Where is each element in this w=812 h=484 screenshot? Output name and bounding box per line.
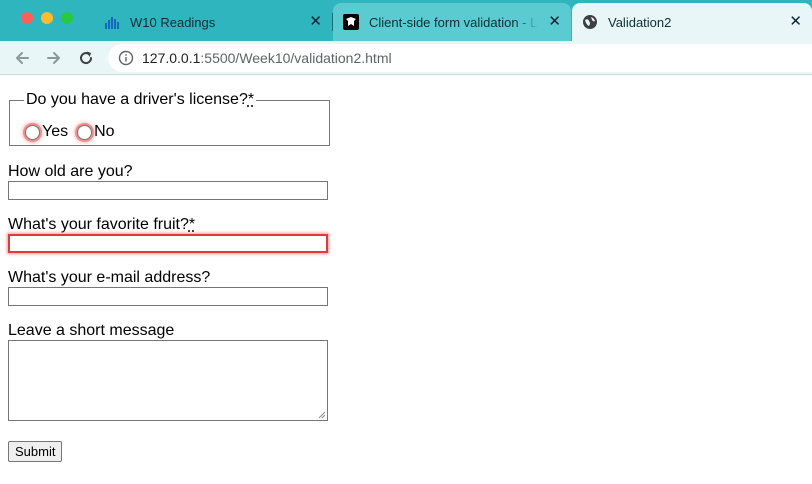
license-yes-label: Yes — [42, 123, 69, 140]
license-no-label: No — [94, 123, 115, 140]
forward-button[interactable] — [42, 46, 66, 70]
bar-chart-icon — [104, 14, 120, 30]
tab-form-validation[interactable]: Client-side form validation - Le ✕ — [333, 3, 571, 41]
age-input[interactable] — [8, 181, 328, 200]
globe-icon — [582, 14, 598, 30]
email-label: What's your e-mail address? — [8, 269, 211, 286]
tab-w10-readings[interactable]: W10 Readings ✕ — [92, 3, 332, 41]
license-options: Yes No — [25, 123, 124, 141]
tab-title: Client-side form validation - Le — [369, 14, 539, 30]
age-label: How old are you? — [8, 163, 133, 180]
mdn-icon — [343, 14, 359, 30]
reload-icon — [80, 51, 93, 65]
tab-validation2[interactable]: Validation2 ✕ — [572, 3, 812, 41]
submit-button[interactable]: Submit — [8, 441, 63, 462]
license-no-radio[interactable] — [77, 124, 93, 140]
required-mark: * — [247, 91, 255, 108]
arrow-left-icon — [16, 52, 29, 64]
fruit-input[interactable] — [8, 234, 328, 253]
close-tab-icon[interactable]: ✕ — [548, 14, 561, 30]
tab-title: Validation2 — [608, 14, 672, 30]
message-label: Leave a short message — [8, 322, 175, 339]
close-tab-icon[interactable]: ✕ — [309, 14, 322, 30]
page-content: Do you have a driver's license?* Yes No … — [0, 76, 812, 484]
message-textarea[interactable] — [8, 340, 328, 421]
info-icon[interactable] — [118, 50, 134, 66]
minimize-window-button[interactable] — [41, 12, 53, 24]
browser-toolbar: 127.0.0.1:5500/Week10/validation2.html — [0, 41, 812, 75]
maximize-window-button[interactable] — [61, 12, 73, 24]
license-question: Do you have a driver's license? — [26, 91, 248, 108]
url-path: :5500/Week10/validation2.html — [200, 50, 392, 66]
required-mark: * — [188, 216, 196, 233]
resize-handle-icon[interactable] — [318, 411, 326, 419]
close-window-button[interactable] — [21, 12, 33, 24]
fruit-label: What's your favorite fruit?* — [8, 216, 195, 234]
email-input[interactable] — [8, 287, 328, 306]
license-yes-radio[interactable] — [25, 124, 40, 140]
back-button[interactable] — [10, 46, 34, 70]
fruit-question: What's your favorite fruit? — [8, 216, 189, 233]
license-fieldset: Do you have a driver's license?* Yes No — [9, 92, 330, 146]
address-bar[interactable]: 127.0.0.1:5500/Week10/validation2.html — [108, 44, 812, 72]
close-tab-icon[interactable]: ✕ — [789, 14, 802, 30]
tab-bar: W10 Readings ✕ Client-side form validati… — [0, 0, 812, 41]
arrow-right-icon — [47, 52, 60, 64]
tab-title: W10 Readings — [130, 14, 216, 30]
reload-button[interactable] — [74, 46, 98, 70]
license-legend: Do you have a driver's license?* — [24, 92, 256, 108]
url-host: 127.0.0.1 — [142, 50, 201, 66]
